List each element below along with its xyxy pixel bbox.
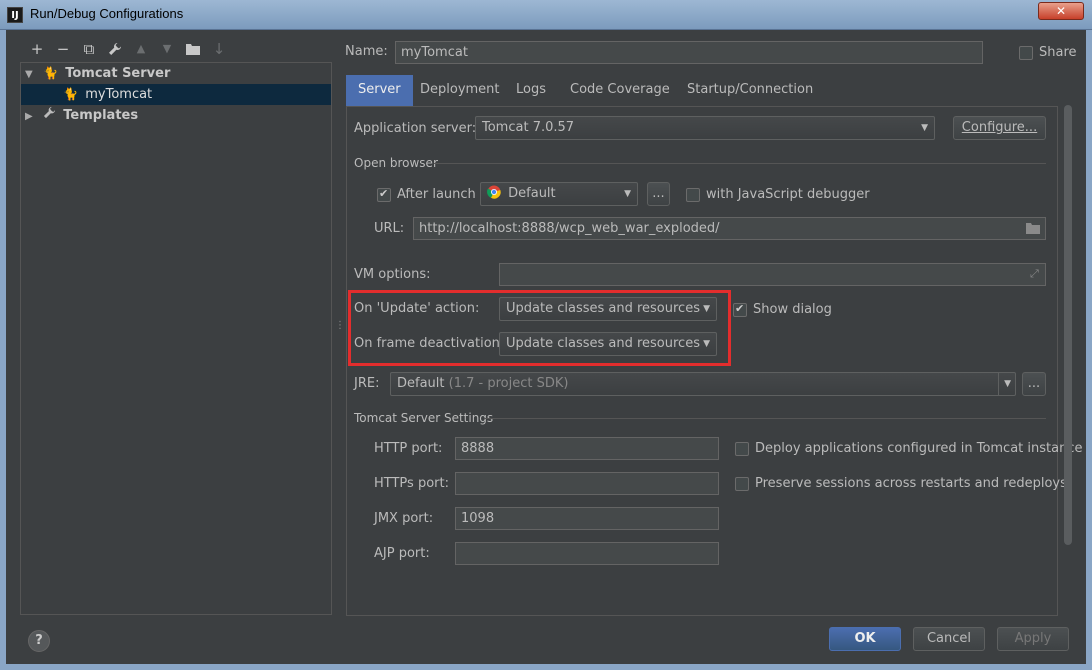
title-bar: IJ Run/Debug Configurations ✕ xyxy=(0,0,1092,30)
tree-item-templates[interactable]: ▶ Templates xyxy=(25,105,138,126)
deploy-apps-checkbox[interactable] xyxy=(735,442,749,456)
tab-startup-connection[interactable]: Startup/Connection xyxy=(675,75,825,107)
jre-select[interactable]: Default (1.7 - project SDK) ▼ xyxy=(390,372,1016,396)
share-label: Share xyxy=(1039,45,1077,60)
tree-item-label: myTomcat xyxy=(85,87,153,102)
chrome-icon xyxy=(487,185,501,199)
intellij-app-icon: IJ xyxy=(7,7,23,23)
http-port-input[interactable]: 8888 xyxy=(455,437,719,460)
tree-item-label: Tomcat Server xyxy=(65,66,171,81)
tomcat-icon: 🐈 xyxy=(63,87,79,101)
url-label: URL: xyxy=(374,221,405,236)
sort-icon[interactable]: ↓ xyxy=(208,38,230,60)
move-up-icon[interactable]: ▲ xyxy=(130,38,152,60)
tab-code-coverage[interactable]: Code Coverage xyxy=(558,75,682,107)
panel-scrollbar[interactable] xyxy=(1064,105,1072,545)
move-down-icon[interactable]: ▼ xyxy=(156,38,178,60)
wrench-icon xyxy=(43,106,60,123)
window-close-button[interactable]: ✕ xyxy=(1038,2,1084,20)
application-server-select[interactable]: Tomcat 7.0.57 ▼ xyxy=(475,116,935,140)
collapsed-arrow-icon[interactable]: ▶ xyxy=(25,106,39,127)
wrench-icon[interactable] xyxy=(104,38,126,60)
name-input[interactable]: myTomcat xyxy=(395,41,983,64)
group-divider xyxy=(484,418,1046,419)
jre-hint: (1.7 - project SDK) xyxy=(448,376,569,391)
after-launch-label: After launch xyxy=(397,187,476,202)
vm-options-input[interactable] xyxy=(499,263,1046,286)
tab-deployment[interactable]: Deployment xyxy=(408,75,512,107)
remove-icon[interactable]: − xyxy=(52,38,74,60)
javascript-debugger-label: with JavaScript debugger xyxy=(706,187,870,202)
expand-icon[interactable]: ⤢ xyxy=(1030,267,1039,281)
group-divider xyxy=(434,163,1046,164)
preserve-sessions-checkbox[interactable] xyxy=(735,477,749,491)
preserve-sessions-label: Preserve sessions across restarts and re… xyxy=(755,476,1067,491)
vm-options-label: VM options: xyxy=(354,267,431,282)
share-checkbox[interactable] xyxy=(1019,46,1033,60)
window-title: Run/Debug Configurations xyxy=(30,6,184,21)
apply-button[interactable]: Apply xyxy=(997,627,1069,651)
splitter-handle[interactable]: ⋮ xyxy=(335,320,345,331)
javascript-debugger-checkbox[interactable] xyxy=(686,188,700,202)
configure-label: Configure... xyxy=(961,120,1038,135)
tree-item-tomcat-server[interactable]: ▼ 🐈 Tomcat Server xyxy=(25,63,170,84)
application-server-value: Tomcat 7.0.57 xyxy=(482,120,575,135)
https-port-input[interactable] xyxy=(455,472,719,495)
tree-item-label: Templates xyxy=(63,108,139,123)
expanded-arrow-icon[interactable]: ▼ xyxy=(25,64,39,85)
jmx-port-label: JMX port: xyxy=(374,511,434,526)
jre-value: Default xyxy=(397,376,445,391)
configure-button[interactable]: Configure... xyxy=(953,116,1046,140)
folder-icon[interactable] xyxy=(182,38,204,60)
chevron-down-icon: ▼ xyxy=(624,189,631,199)
annotation-highlight-box xyxy=(348,290,731,366)
chevron-down-icon: ▼ xyxy=(998,373,1011,395)
ajp-port-input[interactable] xyxy=(455,542,719,565)
help-button[interactable]: ? xyxy=(28,630,50,652)
ajp-port-label: AJP port: xyxy=(374,546,430,561)
open-browser-group-title: Open browser xyxy=(354,156,438,170)
jre-label: JRE: xyxy=(354,376,380,391)
chevron-down-icon: ▼ xyxy=(921,123,928,133)
copy-icon[interactable]: ⧉ xyxy=(78,38,100,60)
name-label: Name: xyxy=(345,44,388,59)
tab-server[interactable]: Server xyxy=(346,75,413,107)
tomcat-icon: 🐈 xyxy=(43,66,59,80)
http-port-label: HTTP port: xyxy=(374,441,443,456)
folder-browse-icon[interactable] xyxy=(1026,222,1040,238)
deploy-apps-label: Deploy applications configured in Tomcat… xyxy=(755,441,1083,456)
dialog-content: + − ⧉ ▲ ▼ ↓ ▼ 🐈 Tomcat Server 🐈 myTomcat… xyxy=(6,30,1086,664)
url-value: http://localhost:8888/wcp_web_war_explod… xyxy=(419,221,720,236)
cancel-button[interactable]: Cancel xyxy=(913,627,985,651)
tab-logs[interactable]: Logs xyxy=(504,75,558,107)
url-input[interactable]: http://localhost:8888/wcp_web_war_explod… xyxy=(413,217,1046,240)
ok-button[interactable]: OK xyxy=(829,627,901,651)
jmx-port-input[interactable]: 1098 xyxy=(455,507,719,530)
browser-value: Default xyxy=(508,186,556,201)
browser-browse-button[interactable]: ... xyxy=(647,182,670,206)
tomcat-settings-group-title: Tomcat Server Settings xyxy=(354,411,494,425)
browser-select[interactable]: Default ▼ xyxy=(480,182,638,206)
after-launch-checkbox[interactable] xyxy=(377,187,391,202)
config-tree: ▼ 🐈 Tomcat Server 🐈 myTomcat ▶ Templates xyxy=(20,62,332,615)
https-port-label: HTTPs port: xyxy=(374,476,449,491)
show-dialog-checkbox[interactable] xyxy=(733,302,747,317)
jre-browse-button[interactable]: ... xyxy=(1022,372,1046,396)
application-server-label: Application server: xyxy=(354,121,477,136)
config-toolbar: + − ⧉ ▲ ▼ ↓ xyxy=(26,38,230,60)
show-dialog-label: Show dialog xyxy=(753,302,832,317)
tree-item-mytomcat[interactable]: 🐈 myTomcat xyxy=(21,84,331,105)
add-icon[interactable]: + xyxy=(26,38,48,60)
